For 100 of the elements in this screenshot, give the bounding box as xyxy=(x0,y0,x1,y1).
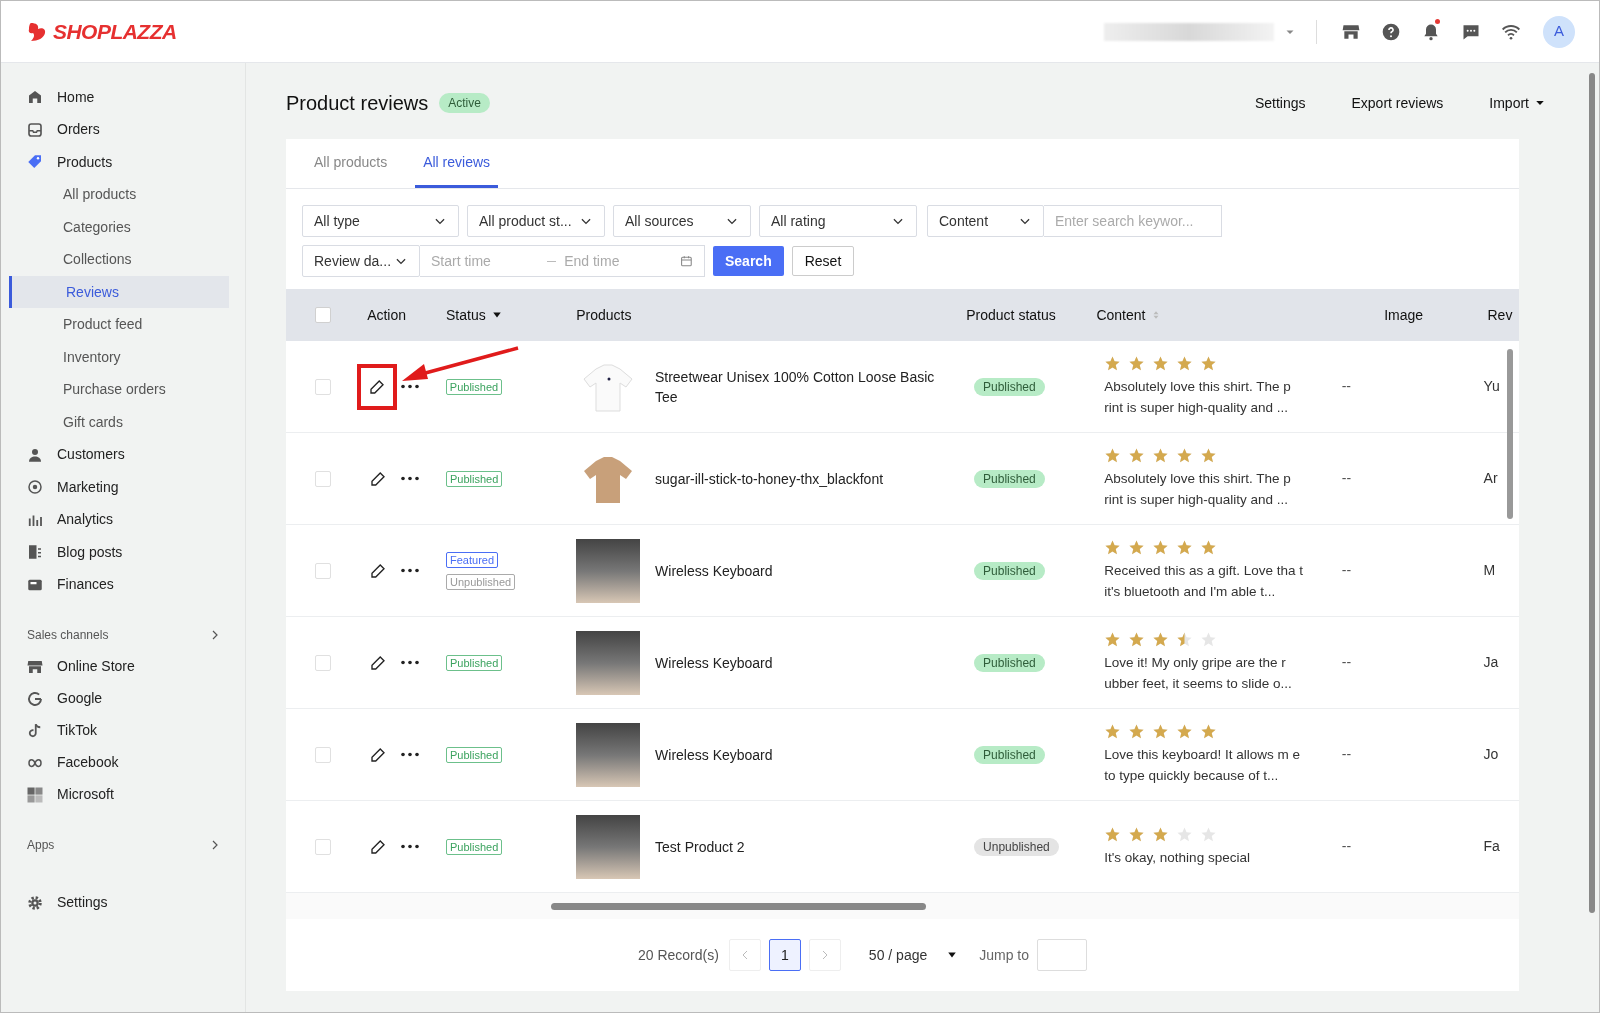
column-header[interactable]: Content xyxy=(1096,304,1146,326)
product-name[interactable]: Test Product 2 xyxy=(655,836,745,857)
dropdown[interactable]: Content xyxy=(927,205,1044,237)
sidebar-item[interactable]: Microsoft xyxy=(1,778,245,811)
sidebar-item[interactable]: Settings xyxy=(1,886,245,919)
column-header[interactable]: Image xyxy=(1384,304,1424,326)
checkbox[interactable] xyxy=(314,378,331,395)
more-button[interactable] xyxy=(401,660,420,665)
checkbox[interactable] xyxy=(314,562,331,579)
submenu-item[interactable]: Reviews xyxy=(9,276,229,308)
more-icon xyxy=(401,568,420,573)
search-button[interactable]: Search xyxy=(713,246,784,276)
header-action[interactable]: Import xyxy=(1489,92,1545,114)
sidebar-item[interactable]: Orders xyxy=(1,113,245,146)
photo-placeholder xyxy=(576,722,641,787)
submenu-item[interactable]: Purchase orders xyxy=(9,373,229,406)
dropdown[interactable]: Review da... xyxy=(302,245,420,277)
edit-button[interactable] xyxy=(369,745,388,764)
checkbox[interactable] xyxy=(314,470,331,487)
page-button[interactable]: 1 xyxy=(768,939,801,971)
more-button[interactable] xyxy=(401,752,420,757)
sidebar-item[interactable]: Finances xyxy=(1,568,245,601)
product-name[interactable]: sugar-ill-stick-to-honey-thx_blackfont xyxy=(655,468,884,489)
more-icon xyxy=(401,752,420,757)
column-header[interactable]: Action xyxy=(367,304,407,326)
table-scrollbar[interactable] xyxy=(1507,349,1513,519)
search-field[interactable]: Enter search keywor... xyxy=(1044,205,1222,237)
more-button[interactable] xyxy=(401,476,420,481)
column-header[interactable]: Products xyxy=(576,304,632,326)
submenu-item[interactable]: Inventory xyxy=(9,341,229,373)
submenu-item[interactable]: Categories xyxy=(9,211,229,243)
page-title: Product reviews xyxy=(286,91,429,116)
dropdown[interactable]: All rating xyxy=(759,205,917,237)
checkbox[interactable] xyxy=(314,654,331,671)
product-status-badge: Published xyxy=(974,470,1045,488)
star-icon xyxy=(1104,539,1122,556)
settings-icon xyxy=(26,893,44,912)
status-tag: Published xyxy=(446,654,503,671)
star-icon xyxy=(1200,723,1218,740)
sidebar-item[interactable]: Google xyxy=(1,682,245,715)
page-scrollbar[interactable] xyxy=(1585,63,1599,1012)
product-name[interactable]: Wireless Keyboard xyxy=(655,744,773,765)
sidebar-item[interactable]: Home xyxy=(1,81,245,113)
product-name[interactable]: Wireless Keyboard xyxy=(655,652,773,673)
section-header[interactable]: Apps xyxy=(1,832,245,857)
page-size-dropdown[interactable]: 50 / page xyxy=(868,944,958,966)
table-cell: -- xyxy=(1341,654,1352,670)
sidebar-item[interactable]: Analytics xyxy=(1,503,245,536)
dropdown[interactable]: All sources xyxy=(613,205,751,237)
checkbox[interactable] xyxy=(314,838,331,855)
date-range-picker[interactable]: Start time End time xyxy=(420,245,705,277)
tab[interactable]: All products xyxy=(306,139,396,188)
star-icon xyxy=(1128,825,1146,843)
table-cell: -- xyxy=(1341,470,1352,486)
submenu-item[interactable]: All products xyxy=(9,178,229,211)
more-button[interactable] xyxy=(401,844,420,849)
column-header[interactable]: Rev xyxy=(1487,304,1513,326)
edit-button[interactable] xyxy=(369,561,388,580)
end-date-field[interactable]: End time xyxy=(564,250,673,272)
product-name[interactable]: Wireless Keyboard xyxy=(655,560,773,581)
reset-button[interactable]: Reset xyxy=(791,246,855,276)
sidebar-item[interactable]: Facebook xyxy=(1,746,245,779)
logo-text: SHOPLAZZA xyxy=(53,18,177,45)
home-icon xyxy=(26,88,44,106)
more-icon xyxy=(401,844,420,849)
more-button[interactable] xyxy=(401,568,420,573)
avatar[interactable]: A xyxy=(1543,15,1575,48)
column-header[interactable]: Product status xyxy=(966,304,1056,326)
dropdown[interactable]: All type xyxy=(302,205,459,237)
sidebar-item[interactable]: Online Store xyxy=(1,650,245,683)
horizontal-scrollbar[interactable] xyxy=(551,902,926,910)
section-header[interactable]: Sales channels xyxy=(1,622,245,647)
dropdown[interactable]: All product st... xyxy=(467,205,605,237)
jump-field[interactable] xyxy=(1037,939,1088,971)
submenu-item[interactable]: Gift cards xyxy=(9,406,229,438)
sidebar-item[interactable]: TikTok xyxy=(1,714,245,747)
edit-button[interactable] xyxy=(369,837,388,856)
edit-button[interactable] xyxy=(369,469,388,488)
caret-icon xyxy=(1535,98,1545,108)
sidebar-item[interactable]: Customers xyxy=(1,438,245,471)
edit-button[interactable] xyxy=(357,363,398,410)
sidebar-item[interactable]: Marketing xyxy=(1,471,245,503)
product-name[interactable]: Streetwear Unisex 100% Cotton Loose Basic Tee xyxy=(654,366,958,407)
header-action[interactable]: Settings xyxy=(1254,92,1306,114)
review-text: It's okay, nothing special xyxy=(1104,848,1251,867)
product-status-badge: Published xyxy=(974,654,1045,672)
column-header[interactable]: Status xyxy=(446,304,486,326)
edit-button[interactable] xyxy=(369,653,388,672)
tab[interactable]: All reviews xyxy=(415,139,499,188)
star-icon xyxy=(1200,355,1218,372)
target-icon xyxy=(26,478,44,496)
more-button[interactable] xyxy=(401,384,420,389)
sidebar-item[interactable]: Products xyxy=(1,146,245,178)
select-all-checkbox[interactable] xyxy=(314,307,331,323)
submenu-item[interactable]: Collections xyxy=(9,243,229,276)
header-action[interactable]: Export reviews xyxy=(1351,92,1444,114)
start-date-field[interactable]: Start time xyxy=(431,250,539,272)
checkbox[interactable] xyxy=(314,746,331,763)
submenu-item[interactable]: Product feed xyxy=(9,308,229,341)
sidebar-item[interactable]: Blog posts xyxy=(1,536,245,568)
